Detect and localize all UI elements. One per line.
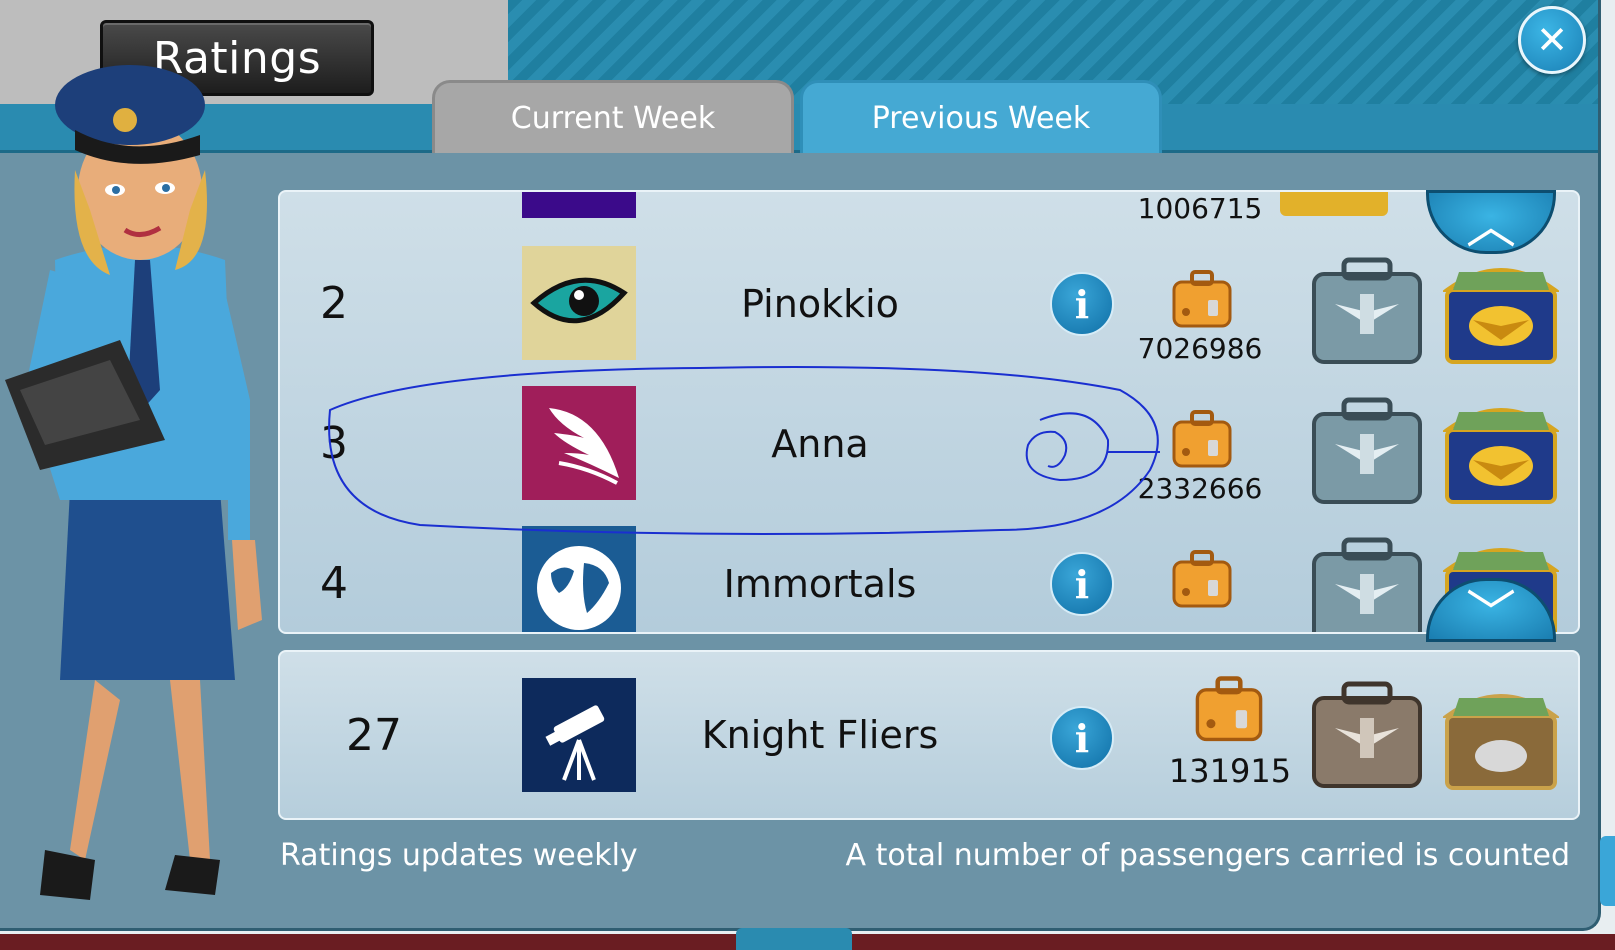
my-entry-row[interactable]: 27 Knight Fliers i 131915 (278, 650, 1580, 820)
bottom-collapse-tab[interactable] (736, 928, 852, 950)
info-button[interactable]: i (1050, 706, 1114, 770)
pilot-character-illustration (5, 65, 262, 900)
info-icon: i (1074, 281, 1090, 327)
tab-current-week[interactable]: Current Week (432, 80, 794, 153)
team-name: Immortals (723, 561, 917, 606)
partial-gold-reward (1280, 192, 1388, 216)
silver-case-reward (1310, 254, 1424, 366)
team-logo (522, 246, 636, 360)
rank-number: 4 (320, 558, 348, 609)
passenger-count: 1006715 (1137, 192, 1263, 225)
team-logo (522, 386, 636, 500)
team-logo (522, 192, 636, 218)
team-name: Pinokkio (741, 281, 899, 326)
team-name: Anna (771, 421, 869, 466)
eye-icon (530, 277, 628, 324)
passenger-count: 2332666 (1137, 472, 1263, 505)
info-button[interactable]: i (1050, 552, 1114, 616)
right-edge-button[interactable] (1600, 836, 1615, 906)
chevron-up-icon: ︿ (1466, 197, 1516, 255)
passenger-bag-icon (1170, 408, 1234, 470)
telescope-icon (545, 705, 605, 781)
info-button[interactable]: i (1050, 272, 1114, 336)
footer-update-note: Ratings updates weekly (280, 838, 638, 873)
passenger-bag-icon (1192, 674, 1266, 744)
passenger-count: 7026986 (1137, 332, 1263, 365)
close-icon: ✕ (1536, 18, 1568, 62)
table-row[interactable]: 3 Anna 2332666 (280, 372, 1578, 515)
chevron-down-icon: ﹀ (1466, 585, 1516, 643)
tab-previous-week[interactable]: Previous Week (800, 80, 1162, 153)
team-logo (522, 678, 636, 792)
wing-icon (549, 408, 619, 485)
rank-number: 3 (320, 418, 348, 469)
gold-chest-reward (1440, 390, 1562, 506)
gold-chest-reward (1440, 250, 1562, 366)
table-row[interactable]: 4 Immortals i (280, 512, 1578, 632)
leaderboard-list[interactable]: 1006715 2 Pinokkio i 7026986 3 Anna 2332… (278, 190, 1580, 634)
info-icon: i (1074, 715, 1090, 761)
rank-number: 27 (346, 709, 402, 761)
silver-case-reward (1310, 394, 1424, 506)
passenger-bag-icon (1170, 548, 1234, 610)
close-button[interactable]: ✕ (1518, 6, 1586, 74)
passenger-count: 131915 (1168, 752, 1292, 790)
passenger-bag-icon (1170, 268, 1234, 330)
bronze-case-reward (1310, 678, 1424, 790)
globe-icon (537, 546, 621, 630)
rank-number: 2 (320, 278, 348, 329)
table-row[interactable]: 2 Pinokkio i 7026986 (280, 232, 1578, 375)
info-icon: i (1074, 561, 1090, 607)
team-logo (522, 526, 636, 632)
silver-case-reward (1310, 534, 1424, 632)
wooden-chest-reward (1440, 676, 1562, 792)
team-name: Knight Fliers (701, 713, 939, 757)
footer-count-note: A total number of passengers carried is … (845, 838, 1570, 873)
table-row-partial: 1006715 (280, 192, 1578, 235)
